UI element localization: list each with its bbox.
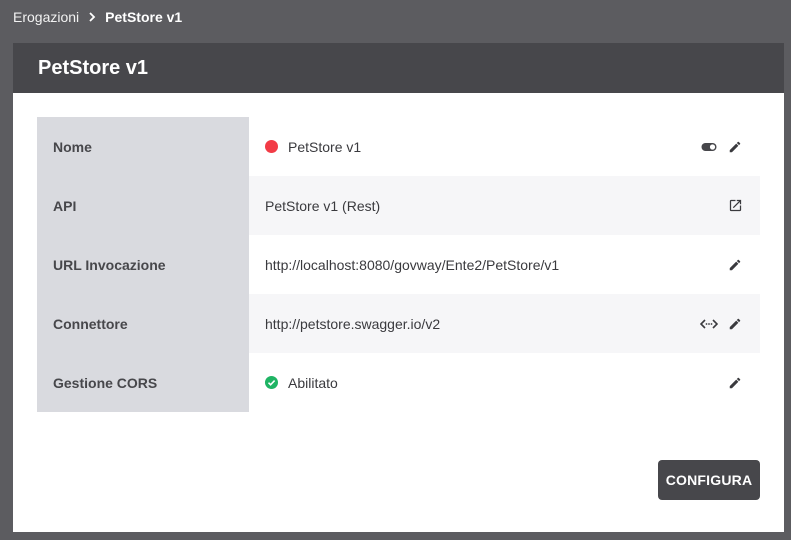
row-label: URL Invocazione (37, 235, 249, 294)
settings-ethernet-icon[interactable] (700, 315, 718, 333)
row-value-cell: PetStore v1 (249, 117, 760, 176)
configure-button[interactable]: CONFIGURA (658, 460, 760, 500)
row-api: API PetStore v1 (Rest) (37, 176, 760, 235)
edit-cors-icon[interactable] (726, 374, 744, 392)
edit-connettore-icon[interactable] (726, 315, 744, 333)
row-value-cell: http://petstore.swagger.io/v2 (249, 294, 760, 353)
row-value: PetStore v1 (288, 138, 362, 155)
row-nome: Nome PetStore v1 (37, 117, 760, 176)
row-label: Connettore (37, 294, 249, 353)
row-value: http://localhost:8080/govway/Ente2/PetSt… (265, 256, 560, 273)
check-circle-icon (265, 376, 278, 389)
row-url-invocazione: URL Invocazione http://localhost:8080/go… (37, 235, 760, 294)
detail-panel: PetStore v1 Nome PetStore v1 API PetStor… (13, 43, 784, 532)
row-value-cell: http://localhost:8080/govway/Ente2/PetSt… (249, 235, 760, 294)
edit-nome-icon[interactable] (726, 138, 744, 156)
breadcrumb: Erogazioni PetStore v1 (13, 0, 182, 34)
row-gestione-cors: Gestione CORS Abilitato (37, 353, 760, 412)
row-value: Abilitato (288, 374, 338, 391)
breadcrumb-erogazioni-link[interactable]: Erogazioni (13, 9, 79, 25)
open-in-new-icon[interactable] (726, 197, 744, 215)
row-value-cell: PetStore v1 (Rest) (249, 176, 760, 235)
row-value-cell: Abilitato (249, 353, 760, 412)
row-label: API (37, 176, 249, 235)
edit-url-icon[interactable] (726, 256, 744, 274)
row-connettore: Connettore http://petstore.swagger.io/v2 (37, 294, 760, 353)
row-label: Nome (37, 117, 249, 176)
toggle-status-icon[interactable] (700, 138, 718, 156)
row-value: http://petstore.swagger.io/v2 (265, 315, 441, 332)
breadcrumb-current: PetStore v1 (105, 9, 183, 25)
row-value: PetStore v1 (Rest) (265, 197, 381, 214)
row-label: Gestione CORS (37, 353, 249, 412)
status-disabled-icon (265, 140, 278, 153)
detail-table: Nome PetStore v1 API PetStore v1 (Rest) … (37, 117, 760, 412)
chevron-right-icon (88, 12, 96, 22)
panel-title: PetStore v1 (13, 43, 784, 93)
